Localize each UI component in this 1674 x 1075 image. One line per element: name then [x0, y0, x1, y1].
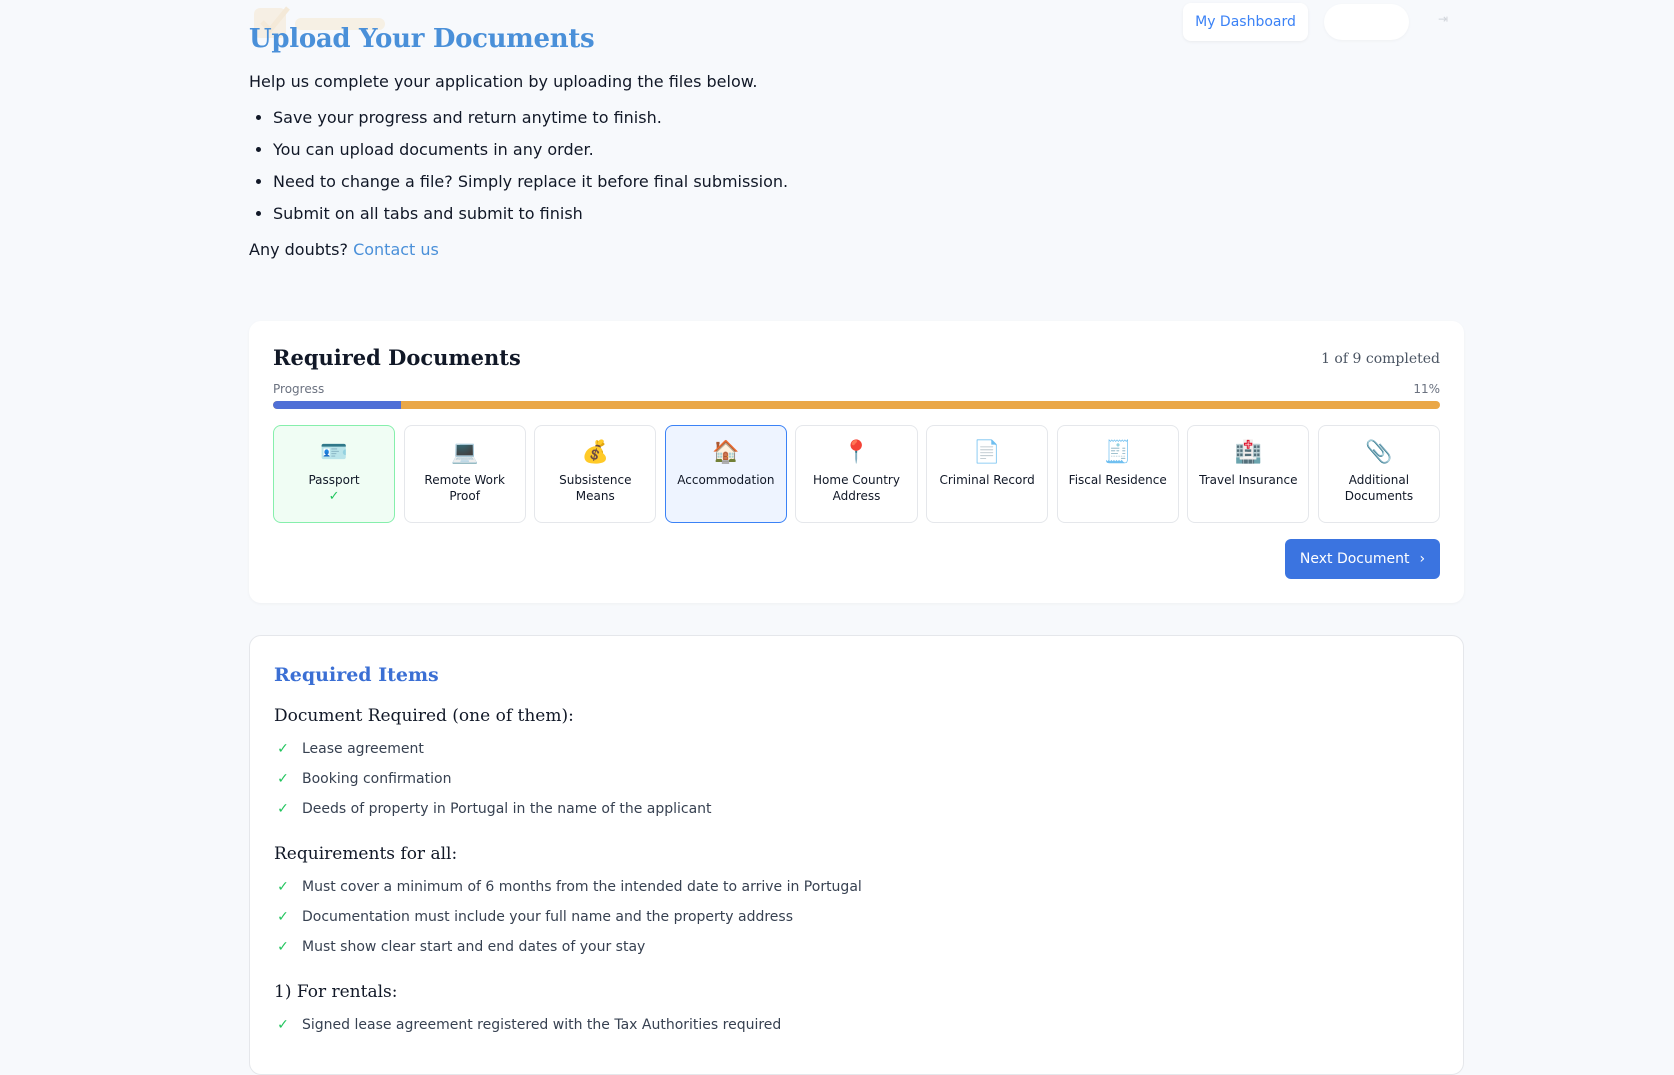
list-item: Save your progress and return anytime to… — [273, 107, 1469, 128]
tab-home-country-address[interactable]: 📍 Home Country Address — [795, 425, 918, 523]
page-title: Upload Your Documents — [249, 24, 595, 54]
tab-additional-documents[interactable]: 📎 Additional Documents — [1317, 425, 1440, 523]
list-item: ✓ Signed lease agreement registered with… — [274, 1010, 1434, 1040]
tab-subsistence-means[interactable]: 💰 Subsistence Means — [534, 425, 657, 523]
required-documents-title: Required Documents — [273, 345, 521, 370]
tab-label: Fiscal Residence — [1068, 473, 1167, 487]
list-item: ✓ Deeds of property in Portugal in the n… — [274, 794, 1434, 824]
progress-percent: 11% — [1413, 382, 1440, 396]
required-documents-card: Required Documents 1 of 9 completed Prog… — [249, 321, 1464, 603]
list-item: ✓ Must cover a minimum of 6 months from … — [274, 872, 1434, 902]
intro-section: Upload Your Documents Help us complete y… — [249, 24, 1469, 259]
requirement-text: Documentation must include your full nam… — [302, 909, 794, 925]
section-heading: Document Required (one of them): — [274, 706, 574, 726]
progress-bar-fill — [273, 401, 402, 409]
progress-label: Progress — [273, 382, 325, 396]
next-document-button[interactable]: Next Document › — [1285, 539, 1440, 579]
list-item: ✓ Must show clear start and end dates of… — [274, 932, 1434, 962]
money-bag-icon: 💰 — [581, 440, 609, 465]
doubts-text: Any doubts? — [249, 240, 348, 259]
requirement-text: Signed lease agreement registered with t… — [302, 1017, 782, 1033]
contact-us-link[interactable]: Contact us — [353, 240, 439, 259]
progress-bar — [273, 401, 1440, 409]
list-item: You can upload documents in any order. — [273, 139, 1469, 160]
tab-label: Criminal Record — [939, 473, 1035, 487]
laptop-icon: 💻 — [450, 440, 479, 465]
tab-label: Accommodation — [677, 473, 775, 487]
tab-fiscal-residence[interactable]: 🧾 Fiscal Residence — [1056, 425, 1179, 523]
doubts-line: Any doubts? Contact us — [249, 240, 1469, 259]
requirement-text: Must cover a minimum of 6 months from th… — [302, 879, 862, 895]
section-heading: 1) For rentals: — [274, 982, 398, 1002]
requirement-text: Booking confirmation — [302, 771, 452, 787]
list-item: Submit on all tabs and submit to finish — [273, 203, 1469, 224]
requirement-text: Deeds of property in Portugal in the nam… — [302, 801, 712, 817]
tab-criminal-record[interactable]: 📄 Criminal Record — [926, 425, 1049, 523]
requirements-section: 1) For rentals: ✓ Signed lease agreement… — [274, 982, 1434, 1040]
list-item: ✓ Lease agreement — [274, 734, 1434, 764]
check-icon: ✓ — [277, 1017, 289, 1033]
tab-label: Travel Insurance — [1199, 473, 1298, 487]
receipt-icon: 🧾 — [1104, 440, 1132, 465]
check-icon: ✓ — [277, 939, 289, 955]
check-icon: ✓ — [328, 489, 340, 504]
tab-accommodation[interactable]: 🏠 Accommodation — [664, 425, 787, 523]
tab-passport[interactable]: 🪪 Passport ✓ — [273, 425, 396, 523]
next-document-label: Next Document — [1299, 551, 1410, 567]
document-tabs: 🪪 Passport ✓ 💻 Remote Work Proof 💰 Subsi… — [273, 425, 1440, 523]
check-icon: ✓ — [277, 801, 289, 817]
hospital-icon: 🏥 — [1234, 440, 1263, 465]
tab-label: Home Country Address — [813, 473, 900, 503]
required-items-card: Required Items Document Required (one of… — [249, 635, 1464, 1075]
house-icon: 🏠 — [712, 440, 740, 465]
tab-travel-insurance[interactable]: 🏥 Travel Insurance — [1187, 425, 1310, 523]
tab-label: Passport — [308, 473, 360, 487]
check-icon: ✓ — [277, 741, 289, 757]
list-item: Need to change a file? Simply replace it… — [273, 171, 1469, 192]
list-item: ✓ Booking confirmation — [274, 764, 1434, 794]
pin-icon: 📍 — [842, 440, 871, 465]
passport-icon: 🪪 — [320, 440, 348, 465]
tab-label: Remote Work Proof — [424, 473, 505, 503]
chevron-right-icon: › — [1419, 551, 1426, 567]
check-icon: ✓ — [277, 771, 289, 787]
tab-label: Subsistence Means — [559, 473, 632, 503]
paperclip-icon: 📎 — [1365, 440, 1393, 465]
check-icon: ✓ — [277, 909, 289, 925]
list-item: ✓ Documentation must include your full n… — [274, 902, 1434, 932]
section-heading: Requirements for all: — [274, 844, 458, 864]
intro-subtitle: Help us complete your application by upl… — [249, 72, 758, 91]
requirements-section: Document Required (one of them): ✓ Lease… — [274, 706, 1434, 824]
document-icon: 📄 — [973, 440, 1001, 465]
check-icon: ✓ — [277, 879, 289, 895]
required-items-title: Required Items — [274, 664, 439, 686]
requirement-text: Must show clear start and end dates of y… — [302, 939, 646, 955]
requirement-text: Lease agreement — [302, 741, 424, 757]
requirements-section: Requirements for all: ✓ Must cover a min… — [274, 844, 1434, 962]
completed-count: 1 of 9 completed — [1321, 351, 1440, 367]
tab-label: Additional Documents — [1344, 473, 1414, 503]
intro-bullets: Save your progress and return anytime to… — [249, 107, 1469, 224]
tab-remote-work-proof[interactable]: 💻 Remote Work Proof — [403, 425, 526, 523]
